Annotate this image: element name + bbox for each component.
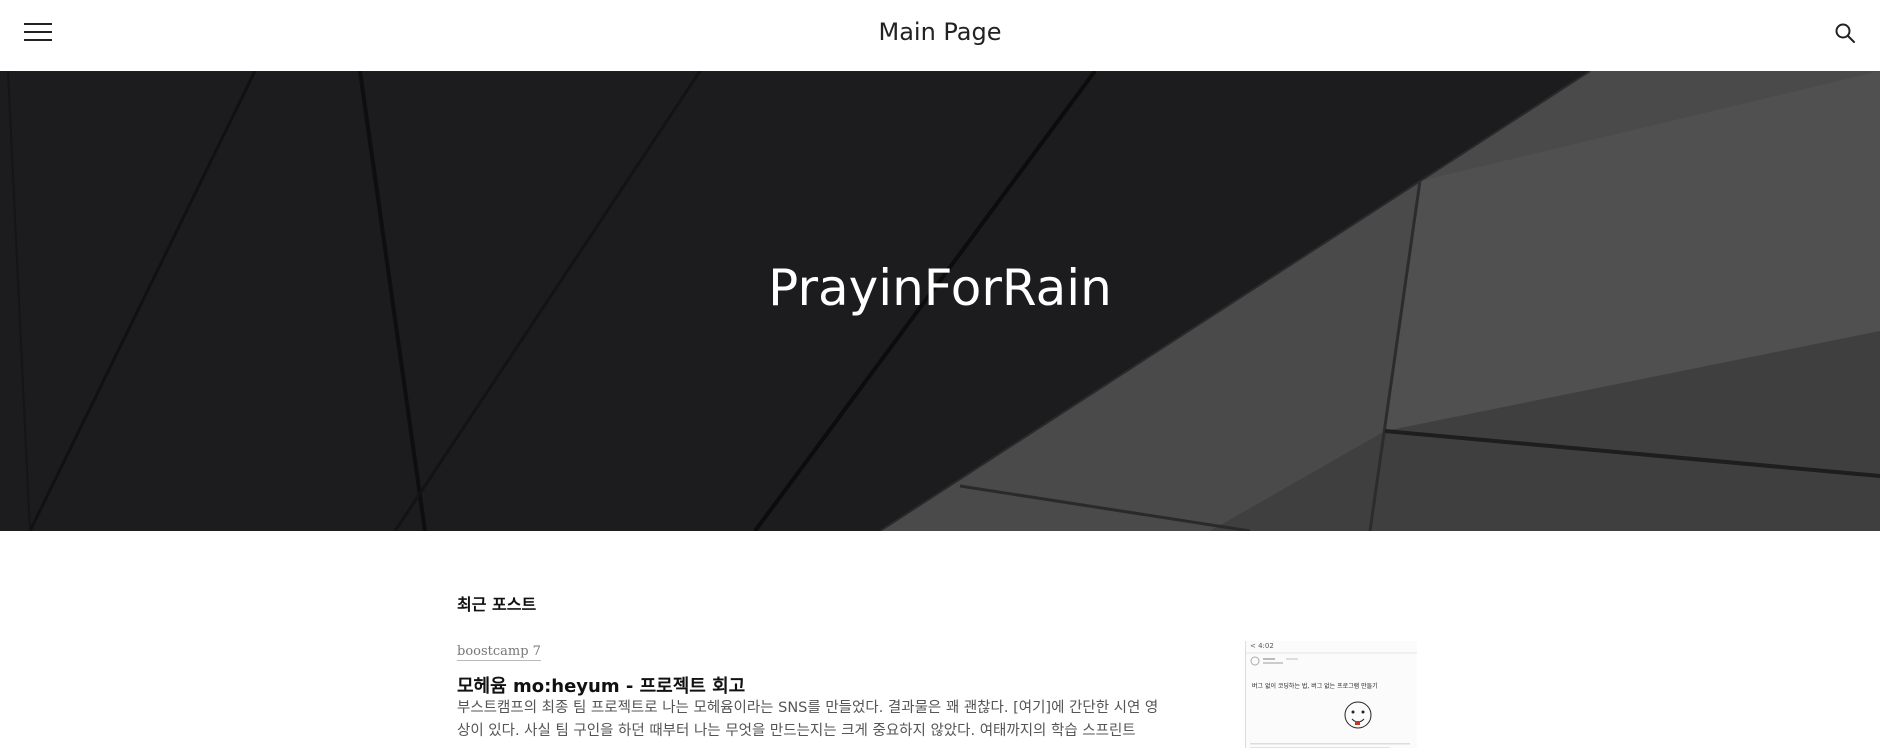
post-title-link[interactable]: 모헤윰 mo:heyum - 프로젝트 회고: [457, 672, 745, 698]
post-thumbnail[interactable]: < 4:02 버그 없이 코딩하는 법, 버그 없는 프로그램 만들기: [1245, 641, 1417, 748]
section-title: 최근 포스트: [457, 595, 537, 614]
page-title[interactable]: Main Page: [0, 18, 1880, 46]
hero-banner: PrayinForRain: [0, 71, 1880, 531]
search-icon[interactable]: [1834, 22, 1856, 44]
thumbnail-caption: 버그 없이 코딩하는 법, 버그 없는 프로그램 만들기: [1252, 683, 1378, 690]
post-category-link[interactable]: boostcamp 7: [457, 644, 541, 661]
blog-title[interactable]: PrayinForRain: [0, 259, 1880, 317]
post-excerpt: 부스트캠프의 최종 팀 프로젝트로 나는 모헤윰이라는 SNS를 만들었다. 결…: [457, 700, 1159, 739]
top-bar: Main Page: [0, 0, 1880, 71]
thumbnail-drawing: [1246, 652, 1417, 748]
post-item[interactable]: boostcamp 7 모헤윰 mo:heyum - 프로젝트 회고 부스트캠프…: [457, 641, 1417, 748]
